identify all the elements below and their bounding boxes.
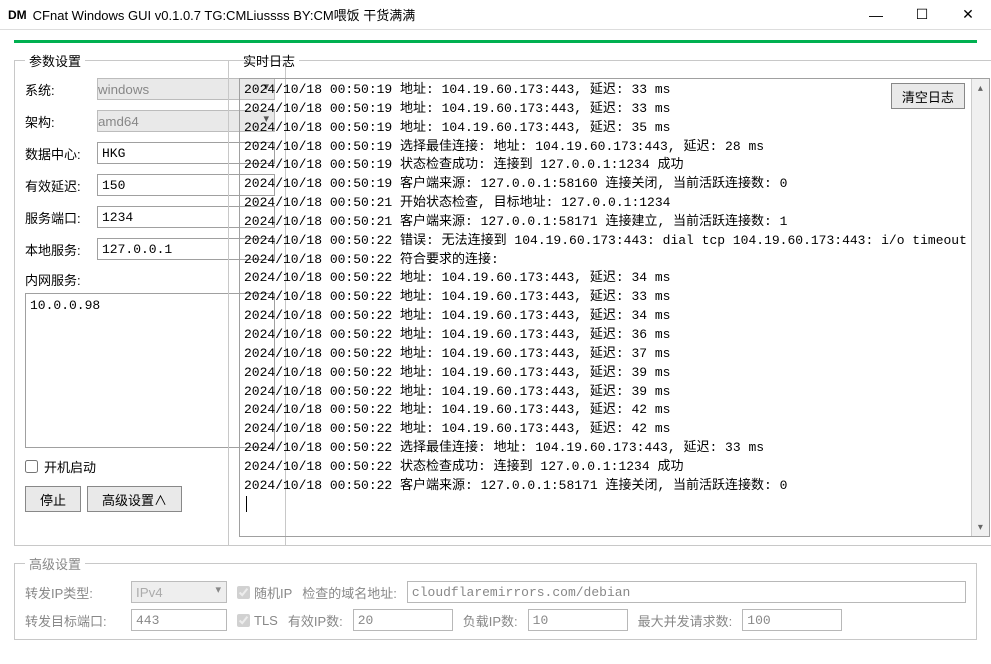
window-title: CFnat Windows GUI v0.1.0.7 TG:CMLiussss … [33,5,853,24]
tls-checkbox[interactable] [237,614,250,627]
adv-legend: 高级设置 [25,554,85,573]
scroll-down-icon[interactable]: ▾ [972,518,989,536]
intranet-label: 内网服务: [25,270,97,289]
load-ip-label: 负载IP数: [463,611,518,630]
clear-log-button[interactable]: 清空日志 [891,83,965,109]
random-ip-checkbox[interactable] [237,586,250,599]
close-button[interactable]: ✕ [945,0,991,30]
log-legend: 实时日志 [239,51,299,70]
window-controls: — ☐ ✕ [853,0,991,30]
valid-ip-input[interactable] [353,609,453,631]
system-label: 系统: [25,80,97,99]
log-panel: 实时日志 2024/10/18 00:50:19 地址: 104.19.60.1… [228,51,991,546]
adv-toggle-button[interactable]: 高级设置∧ [87,486,182,512]
accent-bar [14,40,977,43]
valid-ip-label: 有效IP数: [288,611,343,630]
titlebar: DM CFnat Windows GUI v0.1.0.7 TG:CMLiuss… [0,0,991,30]
target-port-label: 转发目标端口: [25,611,121,630]
latency-label: 有效延迟: [25,176,97,195]
load-ip-input[interactable] [528,609,628,631]
max-concurrent-label: 最大并发请求数: [638,611,733,630]
minimize-button[interactable]: — [853,0,899,30]
stop-button[interactable]: 停止 [25,486,81,512]
target-port-input[interactable] [131,609,227,631]
datacenter-label: 数据中心: [25,144,97,163]
scroll-up-icon[interactable]: ▴ [972,79,989,97]
local-label: 本地服务: [25,240,97,259]
domain-input[interactable] [407,581,966,603]
adv-panel: 高级设置 转发IP类型: IPv4 随机IP 检查的域名地址: 转发目标端口: [14,554,977,640]
arch-label: 架构: [25,112,97,131]
params-legend: 参数设置 [25,51,85,70]
max-concurrent-input[interactable] [742,609,842,631]
random-ip-label: 随机IP [254,583,292,602]
app-icon: DM [8,8,27,22]
port-label: 服务端口: [25,208,97,227]
log-textarea[interactable]: 2024/10/18 00:50:19 地址: 104.19.60.173:44… [240,79,971,536]
autostart-label: 开机启动 [44,457,96,476]
maximize-button[interactable]: ☐ [899,0,945,30]
ip-type-label: 转发IP类型: [25,583,121,602]
log-scrollbar[interactable]: ▴ ▾ [971,79,989,536]
ip-type-select[interactable]: IPv4 [131,581,227,603]
domain-label: 检查的域名地址: [302,583,397,602]
autostart-checkbox[interactable] [25,460,38,473]
tls-label: TLS [254,613,278,628]
